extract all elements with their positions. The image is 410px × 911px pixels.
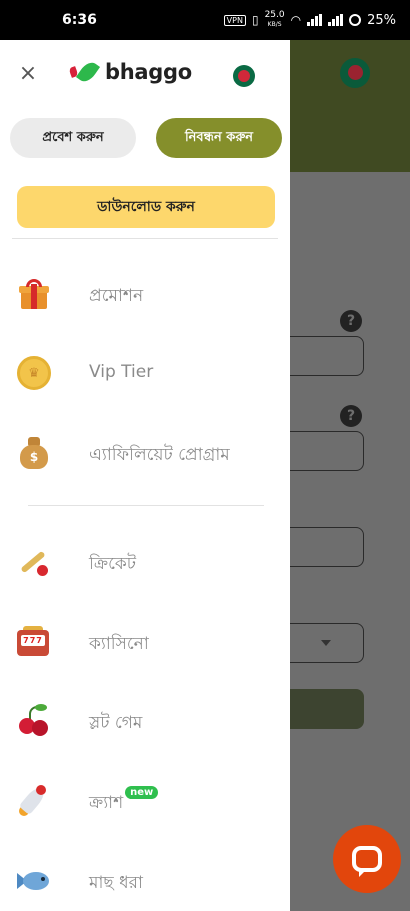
wifi-icon: ◠ [290,13,302,27]
menu-item-cricket[interactable]: ক্রিকেট [0,532,290,592]
chevron-down-icon [321,640,331,646]
menu-item-slot-games[interactable]: স্লট গেম [0,691,290,751]
vibrate-icon: ▯ [251,13,259,27]
battery-icon [349,14,362,26]
menu-item-label: এ্যাফিলিয়েট প্রোগ্রাম [89,445,230,465]
help-icon[interactable]: ? [340,310,362,332]
menu-item-label: ক্রিকেট [89,554,137,574]
download-button[interactable]: ডাউনলোড করুন [17,186,275,228]
menu-item-crash[interactable]: ক্র্যাশnew [0,771,290,831]
background-submit-button[interactable] [280,689,364,729]
close-icon[interactable]: × [18,63,38,85]
background-input-field[interactable] [280,527,364,567]
menu-item-fishing[interactable]: মাছ ধরা [0,851,290,911]
cricket-bat-icon [16,544,52,580]
background-select-field[interactable] [280,623,364,663]
crown-coin-icon: ♛ [16,355,52,391]
menu-item-label: ক্যাসিনো [89,634,149,654]
gift-icon [16,276,52,312]
net-speed-unit: KB/S [267,21,282,28]
fish-icon [16,863,52,899]
brand-logo[interactable]: bhaggo [68,58,192,86]
new-badge: new [125,786,159,799]
help-icon[interactable]: ? [340,405,362,427]
slot-machine-icon: 777 [16,624,52,660]
menu-item-affiliate[interactable]: $ এ্যাফিলিয়েট প্রোগ্রাম [0,423,290,483]
login-button[interactable]: প্রবেশ করুন [10,118,136,158]
background-header [290,40,410,172]
menu-item-casino[interactable]: 777 ক্যাসিনো [0,612,290,672]
status-bar: 6:36 VPN ▯ 25.0 KB/S ◠ 25% [0,0,410,40]
live-chat-button[interactable] [333,825,401,893]
menu-item-promotion[interactable]: প্রমোশন [0,264,290,324]
background-input-field[interactable] [280,336,364,376]
chat-bubble-icon [352,846,382,877]
brand-name: bhaggo [105,60,192,84]
cell-signal-2-icon [328,14,344,26]
battery-level: 25% [367,12,396,28]
menu-item-label: মাছ ধরা [89,873,143,893]
menu-item-label: প্রমোশন [89,286,144,306]
money-bag-icon: $ [16,435,52,471]
auth-buttons: প্রবেশ করুন নিবন্ধন করুন [10,118,282,158]
menu-item-vip-tier[interactable]: ♛ Vip Tier [0,343,290,403]
vpn-indicator: VPN [223,14,246,26]
slot-window-text: 777 [21,635,45,646]
drawer-header: × bhaggo [0,40,290,110]
divider [28,505,264,506]
net-speed-value: 25.0 [264,10,285,20]
net-speed: 25.0 KB/S [265,11,285,29]
bangladesh-flag-icon[interactable] [233,65,255,87]
cell-signal-icon [307,14,323,26]
menu-item-text: ক্র্যাশ [89,793,124,813]
register-button[interactable]: নিবন্ধন করুন [156,118,282,158]
divider [12,238,278,239]
menu-item-label: Vip Tier [89,362,154,382]
rocket-icon [16,783,52,819]
background-input-field[interactable] [280,431,364,471]
status-icons: VPN ▯ 25.0 KB/S ◠ 25% [223,11,396,29]
status-time: 6:36 [62,12,97,28]
menu-item-label: স্লট গেম [89,713,143,733]
background-flag-icon [340,58,370,88]
logo-leaf-mark [75,58,101,86]
background-page: ? ? [280,40,410,911]
menu-item-label: ক্র্যাশnew [89,786,159,818]
navigation-drawer: × bhaggo প্রবেশ করুন নিবন্ধন করুন ডাউনলো… [0,40,290,911]
cherry-icon [16,703,52,739]
